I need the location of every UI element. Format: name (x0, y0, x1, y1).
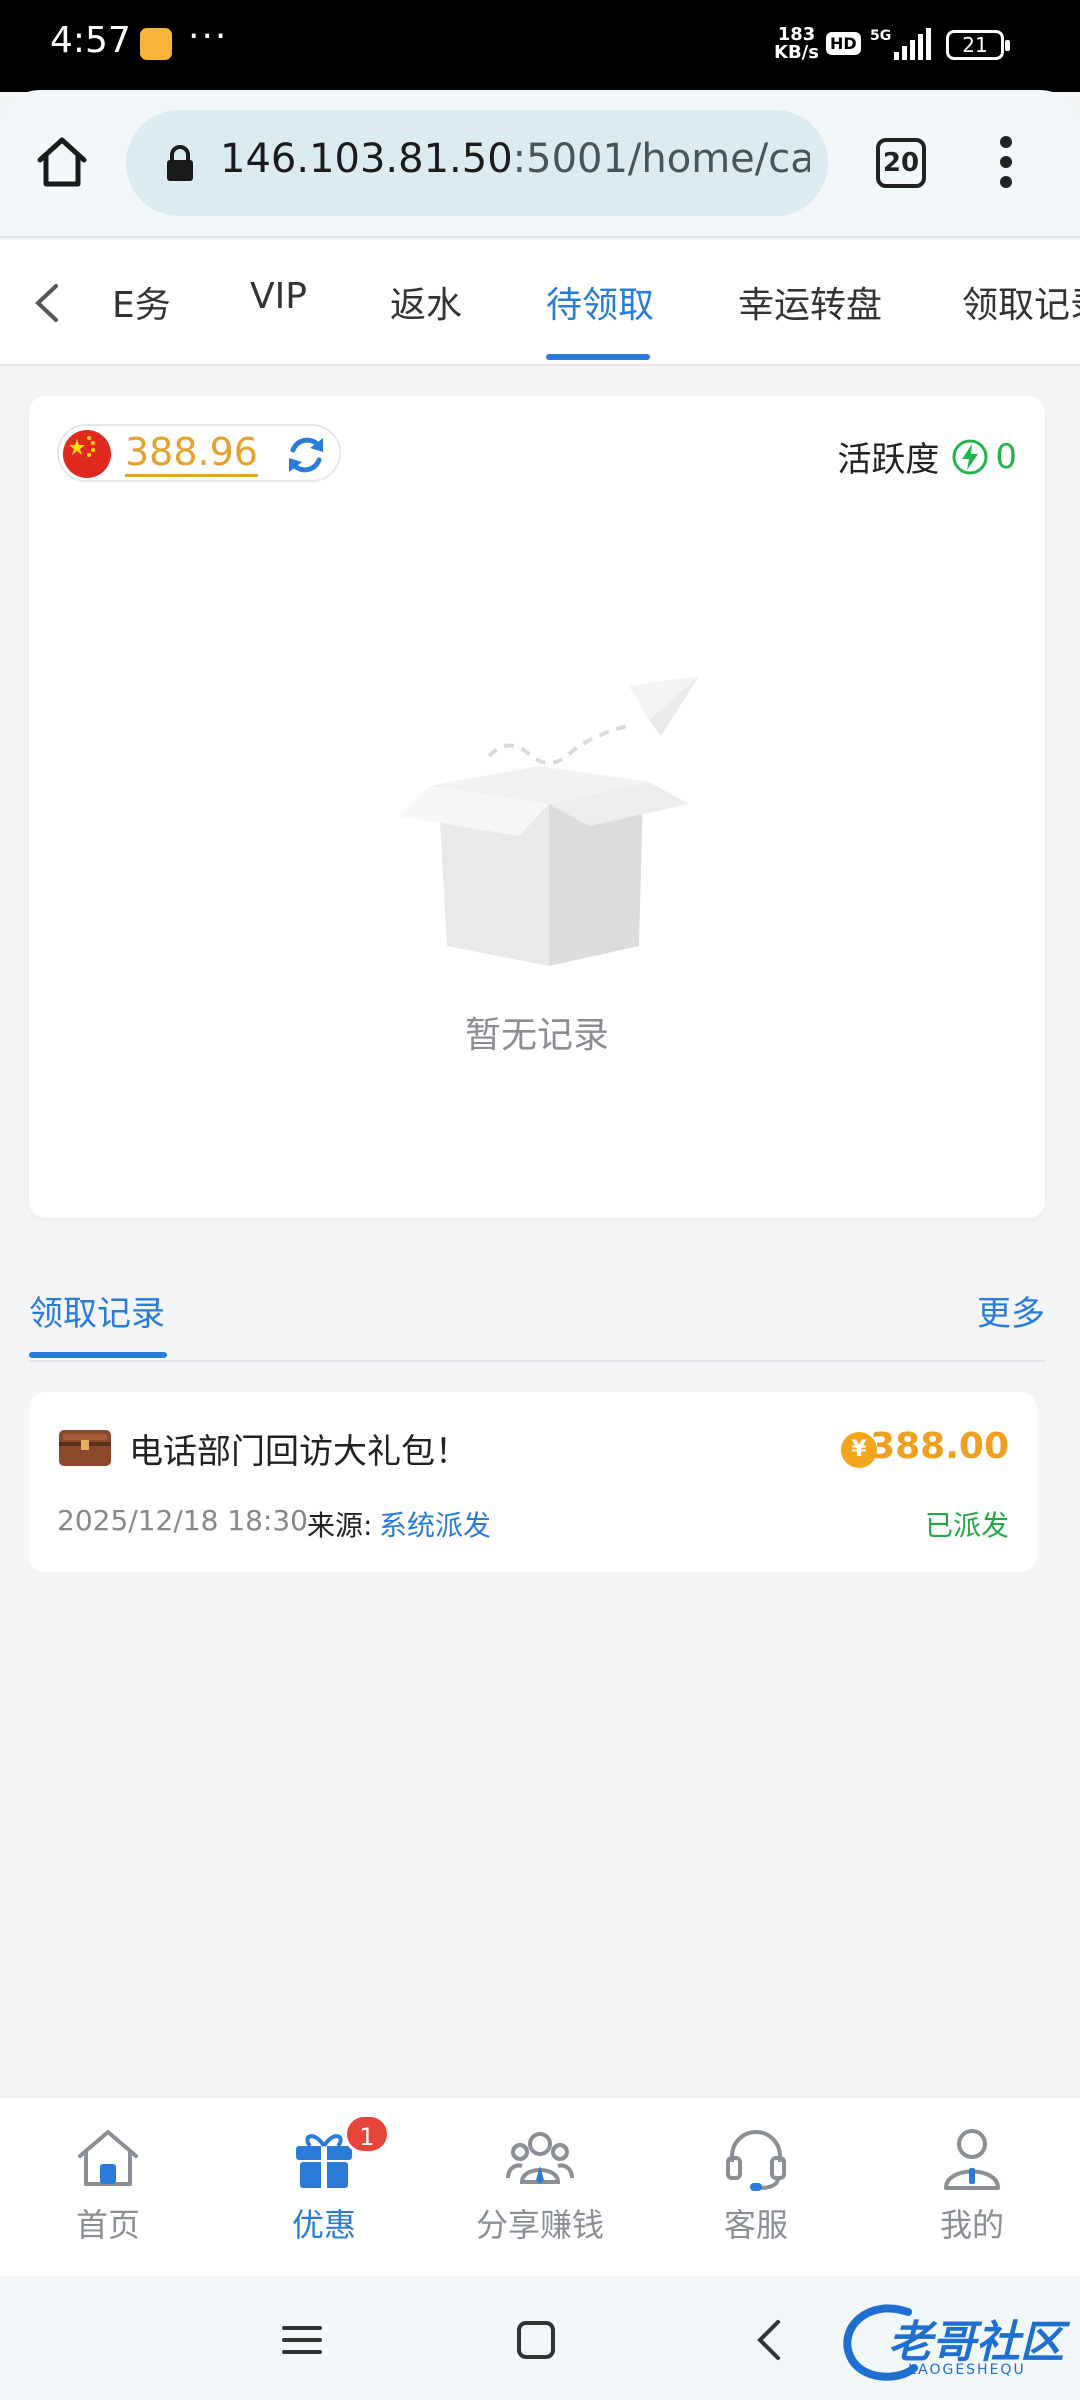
tab-claim-records[interactable]: 领取记录 (962, 276, 1080, 328)
records-title-underline (29, 1352, 167, 1358)
url-path: :5001/home/canF (512, 136, 810, 182)
nav-share-label: 分享赚钱 (475, 2206, 604, 2244)
nav-home[interactable]: 首页 (8, 2122, 208, 2272)
home-icon[interactable] (30, 130, 94, 194)
net-speed: 183 KB/s (774, 26, 819, 62)
nav-support-label: 客服 (723, 2206, 788, 2244)
url-text[interactable]: 146.103.81.50:5001/home/canF (220, 136, 810, 182)
browser-toolbar: 146.103.81.50:5001/home/canF 20 (0, 90, 1080, 238)
status-time: 4:57 (50, 20, 131, 61)
record-source-label: 来源: (307, 1509, 373, 1542)
record-item[interactable]: 电话部门回访大礼包！ ¥ 388.00 2025/12/18 18:30 来源:… (29, 1392, 1037, 1572)
tab-switcher-button[interactable]: 20 (876, 138, 926, 188)
records-header: 领取记录 更多 (29, 1286, 1045, 1362)
activity-value: 0 (995, 436, 1017, 477)
lightning-icon (952, 439, 988, 474)
tab-vip[interactable]: VIP (250, 276, 307, 317)
more-link[interactable]: 更多 (977, 1286, 1045, 1335)
records-title[interactable]: 领取记录 (29, 1286, 165, 1335)
back-icon[interactable] (740, 2312, 800, 2368)
nav-profile[interactable]: 我的 (872, 2122, 1072, 2272)
net-speed-unit: KB/s (774, 42, 819, 63)
record-status: 已派发 (924, 1509, 1009, 1542)
user-icon (944, 2129, 1000, 2190)
nav-support[interactable]: 客服 (656, 2122, 856, 2272)
watermark-logo: 老哥社区 LAOGESHEQU (838, 2298, 1068, 2388)
recents-menu-icon[interactable] (272, 2312, 332, 2368)
bottom-nav: 首页 1 优惠 分享赚钱 客服 我的 (0, 2096, 1080, 2276)
hd-badge: HD (826, 32, 861, 55)
home-icon (78, 2130, 138, 2186)
nav-share[interactable]: 分享赚钱 (440, 2122, 640, 2272)
lock-icon (167, 145, 193, 181)
home-square-icon[interactable] (506, 2312, 566, 2368)
activity-level: 活跃度 0 (837, 432, 1017, 481)
nav-profile-label: 我的 (939, 2206, 1004, 2244)
watermark-subtext: LAOGESHEQU (908, 2362, 1026, 2378)
nav-promo-label: 优惠 (291, 2206, 356, 2244)
balance-amount: 388.96 (125, 430, 258, 477)
notes-app-icon (140, 28, 172, 60)
empty-state-text: 暂无记录 (464, 1015, 609, 1056)
watermark-text: 老哥社区 (888, 2317, 1064, 2368)
record-time: 2025/12/18 18:30 (57, 1504, 308, 1537)
tab-tasks[interactable]: E务 (112, 276, 171, 328)
share-people-icon (506, 2132, 574, 2184)
record-name: 电话部门回访大礼包！ (129, 1432, 469, 1472)
nav-promo[interactable]: 1 优惠 (224, 2114, 424, 2272)
svg-text:5G: 5G (870, 28, 891, 44)
active-tab-indicator (546, 354, 650, 360)
treasure-chest-icon (59, 1430, 111, 1466)
record-source: 系统派发 (379, 1509, 492, 1542)
more-notifications-icon: ··· (188, 16, 229, 57)
tab-pending[interactable]: 待领取 (546, 276, 654, 328)
battery-icon: 21 (946, 30, 1010, 60)
promo-badge: 1 (344, 2114, 390, 2154)
refresh-icon[interactable] (283, 432, 329, 478)
record-amount: 388.00 (870, 1426, 1009, 1467)
activity-label: 活跃度 (837, 440, 940, 480)
signal-icon: 5G (870, 28, 931, 60)
category-tabs: E务 VIP 返水 待领取 幸运转盘 领取记录 (0, 240, 1080, 366)
headset-icon (726, 2130, 786, 2191)
address-bar[interactable]: 146.103.81.50:5001/home/canF (126, 110, 828, 216)
tab-rebate[interactable]: 返水 (390, 276, 462, 328)
nav-home-label: 首页 (75, 2206, 140, 2244)
china-flag-icon (63, 430, 111, 478)
pending-card: 388.96 活跃度 0 暂无记录 (29, 396, 1045, 1218)
balance-pill: 388.96 (57, 424, 341, 482)
tab-lucky-wheel[interactable]: 幸运转盘 (738, 276, 882, 328)
chevron-left-icon[interactable] (28, 280, 68, 326)
status-bar: 4:57 ··· 183 KB/s HD 5G 21 (0, 0, 1080, 92)
empty-box-illustration (399, 676, 699, 966)
system-nav-bar: 老哥社区 LAOGESHEQU (0, 2278, 1080, 2400)
url-host: 146.103.81.50 (220, 136, 513, 182)
overflow-menu-icon[interactable] (986, 132, 1026, 196)
